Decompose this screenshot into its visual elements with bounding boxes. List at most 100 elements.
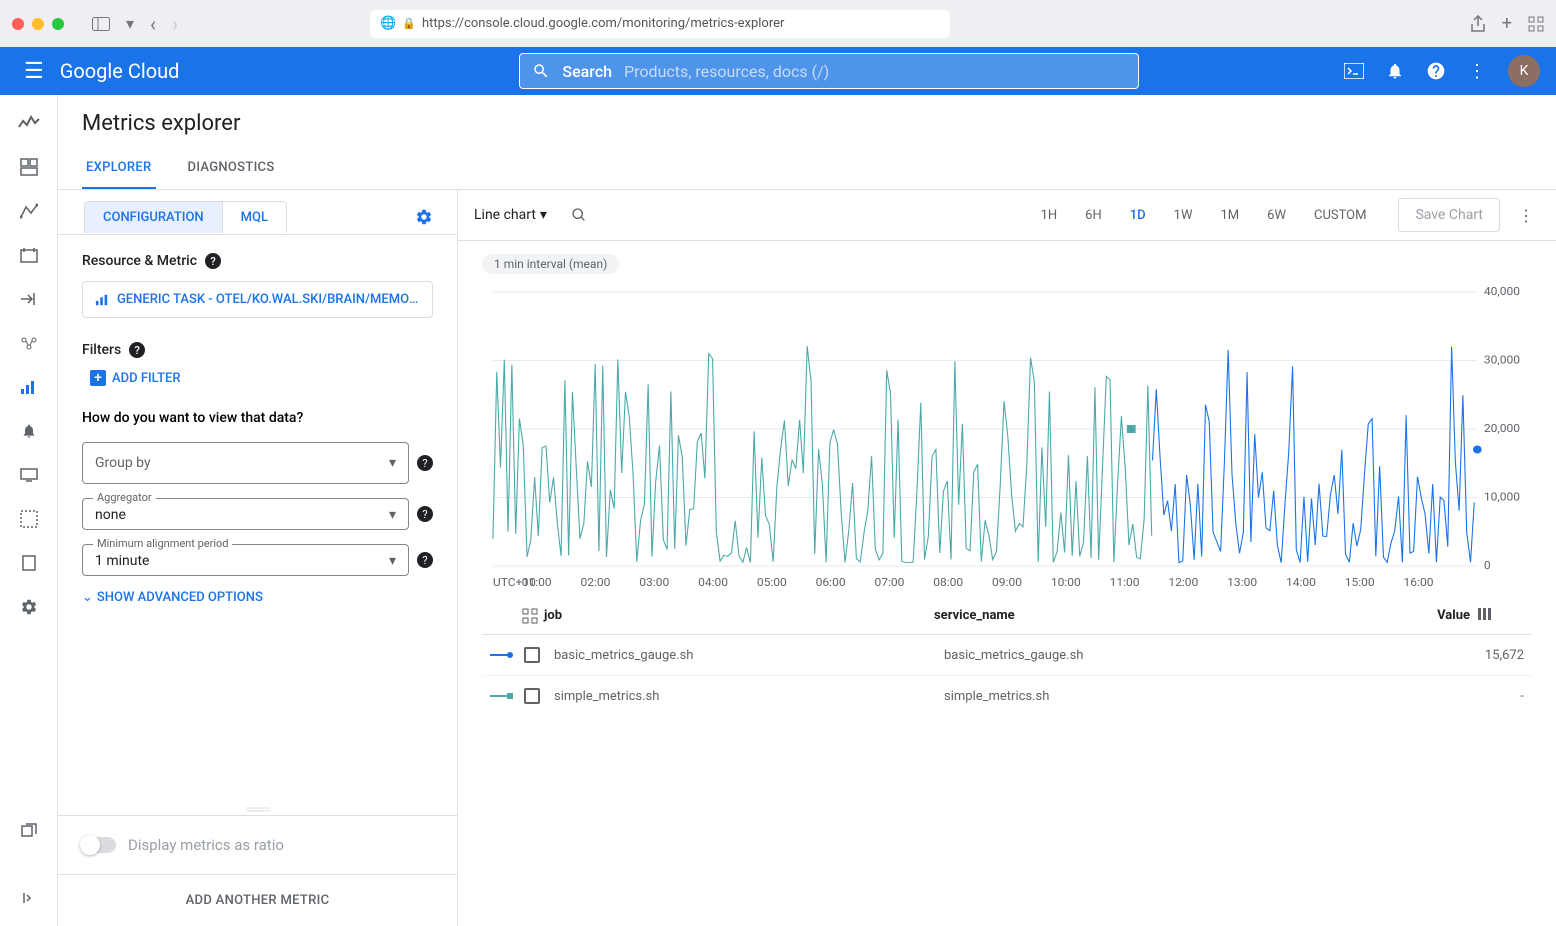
ratio-label: Display metrics as ratio xyxy=(128,836,284,854)
cloud-shell-icon[interactable] xyxy=(1344,63,1364,79)
col-value-header[interactable]: Value xyxy=(1390,608,1470,624)
rail-permissions-icon[interactable] xyxy=(17,551,41,575)
legend-checkbox[interactable] xyxy=(524,688,540,704)
time-tab-1h[interactable]: 1H xyxy=(1037,202,1062,229)
tabs-icon[interactable] xyxy=(1528,16,1544,32)
show-advanced-button[interactable]: ⌄ SHOW ADVANCED OPTIONS xyxy=(82,590,433,605)
time-tab-custom[interactable]: CUSTOM xyxy=(1310,202,1370,229)
chart-more-icon[interactable]: ⋮ xyxy=(1512,200,1540,231)
ratio-toggle-row: Display metrics as ratio xyxy=(58,815,457,874)
chevron-down-icon: ▾ xyxy=(389,455,396,471)
sidebar-icon[interactable] xyxy=(88,13,114,35)
chevron-down-icon: ⌄ xyxy=(82,590,93,605)
gcp-header: ☰ Google Cloud Search Products, resource… xyxy=(0,47,1556,95)
search-label: Search xyxy=(562,62,612,81)
help-icon[interactable]: ? xyxy=(417,552,433,568)
col-service-header[interactable]: service_name xyxy=(934,608,1390,624)
notifications-icon[interactable] xyxy=(1386,61,1404,81)
alignment-select[interactable]: Minimum alignment period 1 minute ▾ xyxy=(82,544,409,576)
resource-metric-selector[interactable]: GENERIC TASK - OTEL/KO.WAL.SKI/BRAIN/MEM… xyxy=(82,281,433,318)
rail-slos-icon[interactable] xyxy=(17,243,41,267)
add-filter-button[interactable]: + ADD FILTER xyxy=(90,370,433,386)
rail-alerting-icon[interactable] xyxy=(17,419,41,443)
ratio-toggle[interactable] xyxy=(82,837,116,853)
group-by-select[interactable]: Group by ▾ xyxy=(82,442,409,484)
legend-row[interactable]: basic_metrics_gauge.sh basic_metrics_gau… xyxy=(482,635,1532,675)
rail-services-icon[interactable] xyxy=(17,199,41,223)
subtab-mql[interactable]: MQL xyxy=(222,202,286,233)
svg-text:20,000: 20,000 xyxy=(1484,422,1520,435)
hamburger-icon[interactable]: ☰ xyxy=(16,51,52,92)
user-avatar[interactable]: K xyxy=(1508,55,1540,87)
svg-text:04:00: 04:00 xyxy=(698,576,728,589)
rail-uptime-icon[interactable] xyxy=(17,463,41,487)
add-another-metric-button[interactable]: ADD ANOTHER METRIC xyxy=(58,874,457,926)
svg-text:15:00: 15:00 xyxy=(1345,576,1375,589)
lock-icon: 🔒 xyxy=(402,17,416,30)
url-text: https://console.cloud.google.com/monitor… xyxy=(422,16,784,31)
url-bar[interactable]: 🌐 🔒 https://console.cloud.google.com/mon… xyxy=(370,10,950,38)
rail-dashboards-icon[interactable] xyxy=(17,155,41,179)
rail-pin-icon[interactable] xyxy=(17,819,41,843)
config-settings-icon[interactable] xyxy=(407,200,441,234)
browser-chrome: ▾ ‹ › 🌐 🔒 https://console.cloud.google.c… xyxy=(0,0,1556,47)
svg-text:01:00: 01:00 xyxy=(522,576,552,589)
filters-label: Filters ? xyxy=(82,342,433,358)
svg-text:10,000: 10,000 xyxy=(1484,490,1520,503)
svg-text:40,000: 40,000 xyxy=(1484,285,1520,298)
window-zoom-icon[interactable] xyxy=(52,18,64,30)
help-icon[interactable]: ? xyxy=(129,342,145,358)
svg-text:08:00: 08:00 xyxy=(933,576,963,589)
shield-icon: 🌐 xyxy=(380,16,396,31)
time-tab-1d[interactable]: 1D xyxy=(1126,202,1150,229)
chevron-down-icon[interactable]: ▾ xyxy=(122,10,138,37)
search-box[interactable]: Search Products, resources, docs (/) xyxy=(519,53,1139,89)
help-icon[interactable]: ? xyxy=(205,253,221,269)
rail-synthetic-icon[interactable] xyxy=(17,507,41,531)
window-close-icon[interactable] xyxy=(12,18,24,30)
back-icon[interactable]: ‹ xyxy=(146,8,160,40)
help-icon[interactable] xyxy=(1426,61,1446,81)
more-icon[interactable]: ⋮ xyxy=(1468,61,1486,82)
legend-row[interactable]: simple_metrics.sh simple_metrics.sh - xyxy=(482,675,1532,716)
time-tab-1m[interactable]: 1M xyxy=(1216,202,1243,229)
tab-explorer[interactable]: EXPLORER xyxy=(82,148,156,189)
rail-logging-icon[interactable] xyxy=(17,287,41,311)
rail-overview-icon[interactable] xyxy=(17,111,41,135)
config-panel: CONFIGURATION MQL Resource & Metric ? GE… xyxy=(58,190,458,926)
time-tab-6h[interactable]: 6H xyxy=(1081,202,1106,229)
gcp-logo[interactable]: Google Cloud xyxy=(60,59,180,83)
save-chart-button[interactable]: Save Chart xyxy=(1398,198,1500,232)
interval-pill: 1 min interval (mean) xyxy=(482,254,619,274)
chart-type-select[interactable]: Line chart ▾ xyxy=(474,207,547,223)
legend-checkbox[interactable] xyxy=(524,647,540,663)
time-tab-6w[interactable]: 6W xyxy=(1263,202,1290,229)
chevron-down-icon: ▾ xyxy=(389,507,396,523)
chart-panel: Line chart ▾ 1H 6H 1D 1W 1M 6W CUSTOM Save Cha… xyxy=(458,190,1556,926)
column-chooser-icon[interactable] xyxy=(1478,608,1492,624)
subtab-configuration[interactable]: CONFIGURATION xyxy=(85,202,222,233)
rail-expand-icon[interactable] xyxy=(17,886,41,910)
search-icon xyxy=(532,62,550,80)
resource-metric-label: Resource & Metric ? xyxy=(82,253,433,269)
rail-settings-icon[interactable] xyxy=(17,595,41,619)
help-icon[interactable]: ? xyxy=(417,506,433,522)
rail-metrics-explorer-icon[interactable] xyxy=(17,375,41,399)
aggregator-select[interactable]: Aggregator none ▾ xyxy=(82,498,409,530)
help-icon[interactable]: ? xyxy=(417,455,433,471)
col-job-header[interactable]: job xyxy=(544,608,934,624)
svg-text:09:00: 09:00 xyxy=(992,576,1022,589)
metrics-chart[interactable]: 010,00020,00030,00040,000UTC+1001:0002:0… xyxy=(482,282,1532,592)
tab-diagnostics[interactable]: DIAGNOSTICS xyxy=(184,148,279,189)
primary-tabs: EXPLORER DIAGNOSTICS xyxy=(58,148,1556,190)
zoom-reset-icon[interactable] xyxy=(571,207,587,223)
rail-groups-icon[interactable] xyxy=(17,331,41,355)
new-tab-icon[interactable]: + xyxy=(1502,13,1512,34)
share-icon[interactable] xyxy=(1470,15,1486,33)
time-tab-1w[interactable]: 1W xyxy=(1170,202,1197,229)
legend-table: job service_name Value basic_metrics_gau… xyxy=(458,592,1556,722)
window-minimize-icon[interactable] xyxy=(32,18,44,30)
forward-icon[interactable]: › xyxy=(168,8,182,40)
drag-handle[interactable] xyxy=(58,805,457,815)
group-columns-icon[interactable] xyxy=(522,608,538,624)
